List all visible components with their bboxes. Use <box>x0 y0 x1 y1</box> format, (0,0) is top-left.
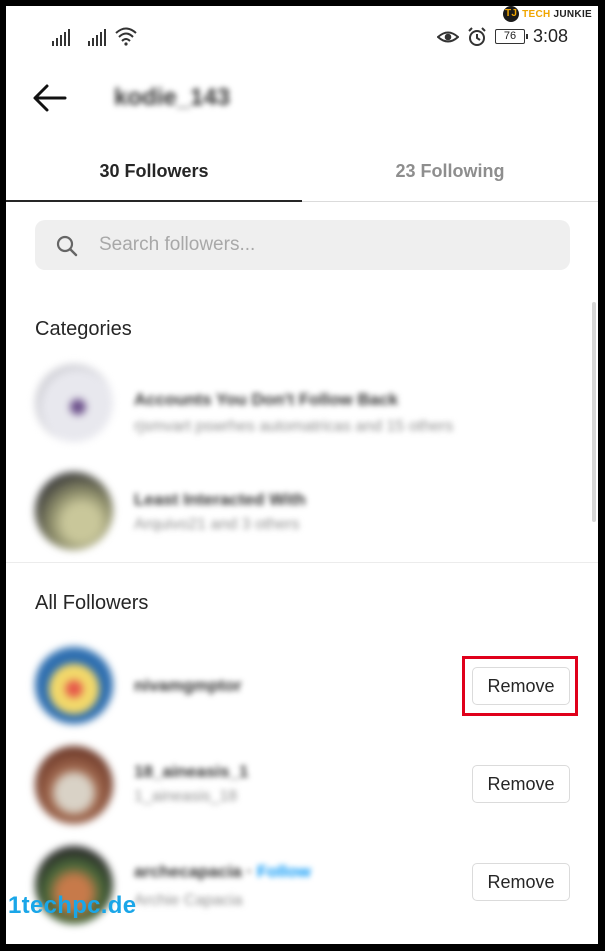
scrollbar[interactable] <box>592 302 596 522</box>
remove-follower-button[interactable]: Remove <box>472 863 570 901</box>
search-input[interactable] <box>99 220 549 270</box>
tab-following[interactable]: 23 Following <box>302 146 598 202</box>
search-bar[interactable] <box>35 220 570 270</box>
search-icon <box>56 235 78 257</box>
follow-tabs: 30 Followers 23 Following <box>6 146 598 202</box>
signal-icon <box>52 28 70 46</box>
follower-username-line[interactable]: archecapacia · Follow <box>134 862 311 882</box>
follower-name: Archie Capacia <box>134 892 243 909</box>
battery-icon: 76 <box>494 29 528 44</box>
follow-link[interactable]: Follow <box>257 862 311 881</box>
remove-follower-button[interactable]: Remove <box>472 765 570 803</box>
follower-username[interactable]: nivamgmptor <box>134 676 242 696</box>
techjunkie-logo: TJ TECH JUNKIE <box>503 6 592 22</box>
tab-followers[interactable]: 30 Followers <box>6 146 302 202</box>
app-screen: 76 3:08 TJ TECH JUNKIE kodie_143 30 Follo… <box>6 6 598 944</box>
categories-heading: Categories <box>35 318 132 340</box>
category-subtitle: rjsmvart pswrhes automatricas and 15 oth… <box>134 418 454 435</box>
follower-username[interactable]: archecapacia <box>134 862 242 881</box>
category-avatar <box>35 364 113 442</box>
category-title: Least Interacted With <box>134 490 306 509</box>
follower-username[interactable]: 18_aineasis_1 <box>134 762 248 782</box>
clock: 3:08 <box>532 26 568 46</box>
divider <box>6 562 598 563</box>
all-followers-heading: All Followers <box>35 592 149 614</box>
highlight-box <box>462 656 578 716</box>
wifi-icon <box>115 27 137 46</box>
category-avatar <box>35 472 113 550</box>
status-bar: 76 3:08 TJ TECH JUNKIE <box>6 6 598 62</box>
follower-avatar[interactable] <box>35 646 113 724</box>
follower-name: 1_aineasis_18 <box>134 788 238 805</box>
category-subtitle: Arquivo21 and 3 others <box>134 516 300 533</box>
eye-icon <box>436 31 459 42</box>
signal-icon <box>88 28 106 46</box>
alarm-icon <box>468 26 486 46</box>
follower-avatar[interactable] <box>35 746 113 824</box>
category-title: Accounts You Don't Follow Back <box>134 390 399 409</box>
profile-username: kodie_143 <box>114 84 231 111</box>
back-arrow-icon[interactable] <box>32 82 68 114</box>
watermark: 1techpc.de <box>8 892 137 919</box>
